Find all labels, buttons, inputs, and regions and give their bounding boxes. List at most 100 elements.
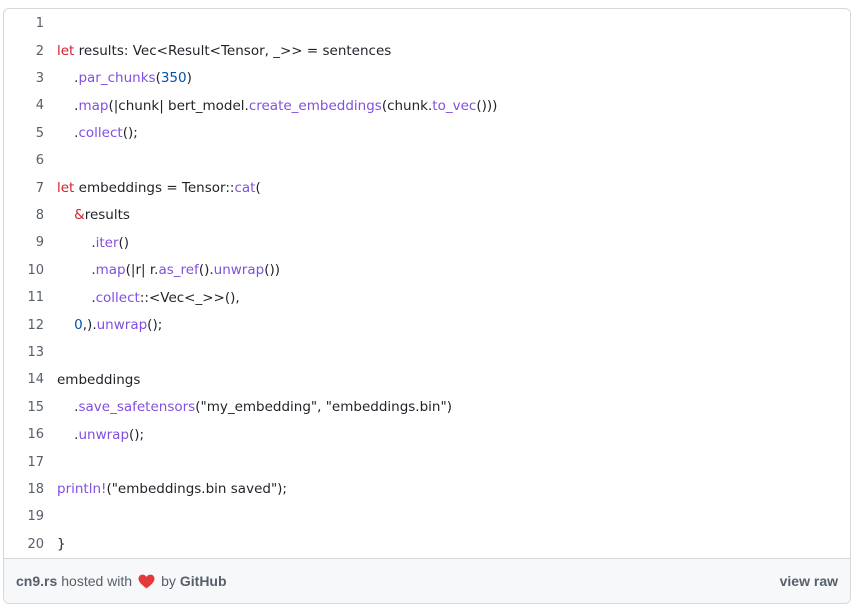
line-number: 1 [35,16,44,32]
code-token: let [57,43,75,60]
line-content: .map(|r| r.as_ref().unwrap()) [57,262,280,278]
line-number: 17 [27,454,44,470]
line-content: embeddings [57,372,140,388]
line-content: .collect::<Vec<_>>(), [57,289,240,306]
hosted-with-text: hosted with [61,573,133,589]
line-number: 19 [27,509,44,525]
code-token: ,). [82,317,97,334]
code-token: . [57,399,79,416]
code-line: 10 .map(|r| r.as_ref().unwrap()) [4,257,850,284]
code-token: embeddings [57,371,141,388]
code-line: 15 .save_safetensors("my_embedding", "em… [4,394,850,421]
code-line: 6 [4,147,850,174]
code-token: create_embeddings [248,97,382,114]
code-token: ("my_embedding", "embeddings.bin") [195,399,452,416]
code-token: (|chunk| bert_model. [108,97,249,114]
code-line: 5 .collect(); [4,120,850,147]
line-number: 5 [35,125,44,141]
code-token: unwrap [96,317,148,334]
code-token: 350 [160,70,187,87]
code-token: ( [255,180,261,197]
code-line: 16 .unwrap(); [4,421,850,448]
line-content: let results: Vec<Result<Tensor, _>> = se… [57,43,391,59]
code-line: 17 [4,448,850,475]
by-text: by [161,573,176,589]
gist-embed: 1 2 let results: Vec<Result<Tensor, _>> = … [3,8,851,604]
code-token: (chunk. [381,97,433,114]
code-token: ) [186,70,192,87]
line-number: 12 [27,317,44,333]
line-number: 14 [27,372,44,388]
line-content: .iter() [57,235,129,251]
line-number: 18 [27,481,44,497]
code-token: . [57,125,79,142]
code-token: 0 [74,317,83,334]
line-number: 2 [35,43,44,59]
code-line: 3 .par_chunks(350) [4,65,850,92]
code-token: collect [95,289,140,306]
line-content: 0,).unwrap(); [57,317,162,333]
line-number: 4 [35,98,44,114]
gist-footer: cn9.rs hosted with by GitHub view raw [4,558,850,603]
code-token: . [57,426,79,443]
code-token: iter [95,234,119,251]
line-content: .unwrap(); [57,427,144,443]
code-token: map [78,97,109,114]
code-line: 14 embeddings [4,366,850,393]
line-number: 11 [27,290,44,306]
view-raw-link[interactable]: view raw [780,573,838,589]
code-line: 18 println!("embeddings.bin saved"); [4,476,850,503]
code-token: ()) [264,262,280,279]
line-number: 20 [27,536,44,552]
code-token: collect [78,125,123,142]
code-token: & [74,207,85,224]
code-token: } [57,536,66,553]
code-token: . [57,262,96,279]
code-token: (); [129,426,145,443]
line-number: 9 [35,235,44,251]
code-token: (); [147,317,163,334]
code-token: (); [122,125,138,142]
code-line: 4 .map(|chunk| bert_model.create_embeddi… [4,92,850,119]
line-content: &results [57,207,130,223]
file-link[interactable]: cn9.rs [16,573,57,589]
line-number: 15 [27,399,44,415]
code-token: ("embeddings.bin saved"); [106,481,287,498]
code-token: . [57,97,79,114]
code-token: ())) [476,97,498,114]
code-line: 12 0,).unwrap(); [4,311,850,338]
code-token: results [84,207,130,224]
line-content: .par_chunks(350) [57,70,192,86]
line-number: 3 [35,70,44,86]
code-token: unwrap [213,262,265,279]
code-token: () [118,234,130,251]
line-number: 13 [27,344,44,360]
code-token: map [95,262,126,279]
code-line: 13 [4,339,850,366]
code-line: 19 [4,503,850,530]
code-line: 7 let embeddings = Tensor::cat( [4,174,850,201]
line-number: 7 [35,180,44,196]
code-line: 2 let results: Vec<Result<Tensor, _>> = s… [4,37,850,64]
github-link[interactable]: GitHub [180,573,227,589]
code-line: 8 &results [4,202,850,229]
code-token: results: Vec<Result<Tensor, _>> = senten… [74,43,392,60]
code-token: to_vec [432,97,477,114]
code-line: 9 .iter() [4,229,850,256]
code-token: embeddings = Tensor:: [74,180,235,197]
line-content: println!("embeddings.bin saved"); [57,481,287,497]
heart-icon [138,574,155,588]
code-token: . [57,289,96,306]
line-number: 10 [27,262,44,278]
code-token: as_ref [158,262,199,279]
code-token: . [57,70,79,87]
code-line: 20} [4,531,850,558]
code-token: (|r| r. [125,262,159,279]
code-token: ::<Vec<_>>(), [139,289,240,306]
gist-meta: cn9.rs hosted with by GitHub [16,573,227,589]
code-token: par_chunks [78,70,156,87]
line-content: } [57,536,66,552]
code-token: unwrap [78,426,130,443]
